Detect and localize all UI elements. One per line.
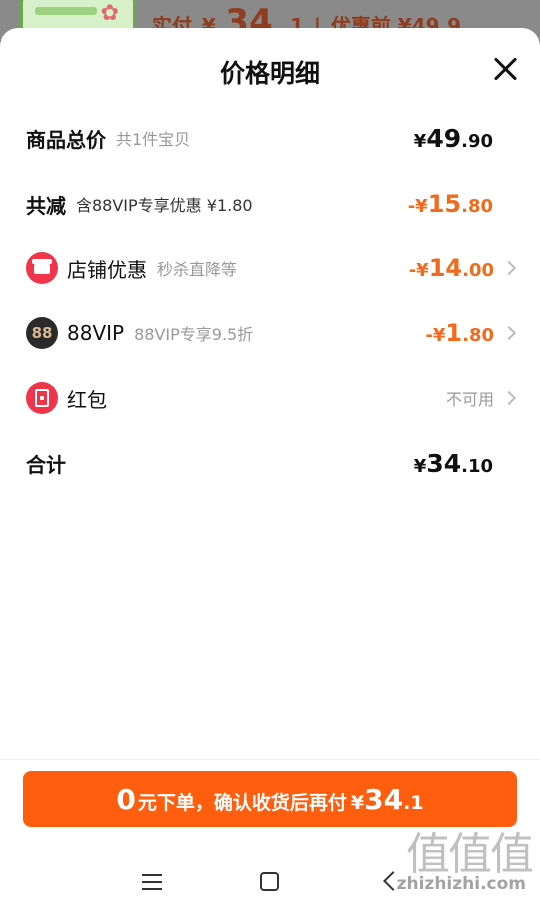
amount-int: 14: [428, 254, 463, 282]
row-label: 商品总价: [26, 127, 106, 152]
cta-currency: ¥: [350, 792, 365, 814]
grand-total-amount: ¥34.10: [414, 449, 493, 478]
row-sub: 秒杀直降等: [157, 260, 238, 279]
row-sub: 含88VIP专享优惠 ¥1.80: [76, 196, 253, 215]
amount-currency: ¥: [413, 455, 427, 477]
footer-divider: [0, 759, 540, 760]
amount-dec: .10: [461, 455, 493, 477]
row-sub: 共1件宝贝: [116, 130, 191, 149]
flower-icon: ✿: [100, 1, 119, 26]
amount-dec: .90: [461, 130, 493, 152]
amount-currency: -¥: [407, 196, 428, 217]
price-detail-sheet: 价格明细 商品总价 共1件宝贝 ¥49.90 共减 含88VIP专享优惠 ¥1.…: [0, 28, 540, 914]
chevron-right-icon: [501, 325, 517, 341]
amount-int: 49: [426, 123, 462, 153]
amount-dec: .00: [462, 260, 494, 281]
amount-dec: .80: [461, 196, 493, 217]
red-packet-icon: [26, 382, 58, 414]
row-label: 合计: [26, 452, 66, 477]
vip-discount-amount: -¥1.80: [425, 319, 494, 347]
amount-int: 34: [426, 448, 462, 478]
row-sub: 88VIP专享9.5折: [134, 325, 254, 344]
shop-icon: [26, 252, 58, 284]
thumbnail-bar: [35, 7, 97, 15]
amount-int: 15: [427, 190, 462, 218]
vip-88-icon: 88: [26, 317, 58, 349]
close-icon[interactable]: [492, 56, 518, 82]
total-discount-amount: -¥15.80: [408, 190, 493, 218]
home-icon[interactable]: [260, 872, 279, 891]
row-grand-total: 合计 ¥34.10: [0, 439, 540, 487]
watermark-glyphs: 值值值: [406, 829, 534, 880]
cta-int: 34: [364, 783, 404, 816]
watermark-text: zhizhizhi.com: [396, 874, 526, 894]
watermark: 值值值 zhizhizhi.com: [392, 818, 534, 898]
chevron-right-icon: [501, 390, 517, 406]
row-label: 共减: [26, 193, 66, 218]
goods-total-amount: ¥49.90: [414, 124, 493, 153]
amount-currency: -¥: [408, 260, 429, 281]
amount-currency: ¥: [413, 130, 427, 152]
red-packet-status: 不可用: [445, 390, 494, 409]
cta-text: 元下单，确认收货后再付: [137, 792, 347, 814]
row-label: 店铺优惠: [67, 257, 147, 282]
amount-dec: .80: [462, 325, 494, 346]
cta-dec: .1: [403, 792, 424, 814]
cta-zero: 0: [116, 783, 136, 816]
row-total-discount: 共减 含88VIP专享优惠 ¥1.80 -¥15.80: [0, 180, 540, 228]
row-label: 红包: [67, 387, 107, 412]
amount-currency: -¥: [425, 325, 446, 346]
amount-int: 1: [445, 319, 463, 347]
row-shop-discount[interactable]: 店铺优惠 秒杀直降等 -¥14.00: [0, 244, 540, 292]
shop-discount-amount: -¥14.00: [409, 254, 494, 282]
row-vip-discount[interactable]: 88 88VIP 88VIP专享9.5折 -¥1.80: [0, 309, 540, 357]
sheet-title: 价格明细: [219, 59, 320, 88]
row-label: 88VIP: [67, 321, 125, 345]
row-red-packet[interactable]: 红包 不可用: [0, 374, 540, 422]
menu-icon[interactable]: [142, 873, 162, 891]
chevron-right-icon: [501, 260, 517, 276]
row-goods-total: 商品总价 共1件宝贝 ¥49.90: [0, 114, 540, 162]
